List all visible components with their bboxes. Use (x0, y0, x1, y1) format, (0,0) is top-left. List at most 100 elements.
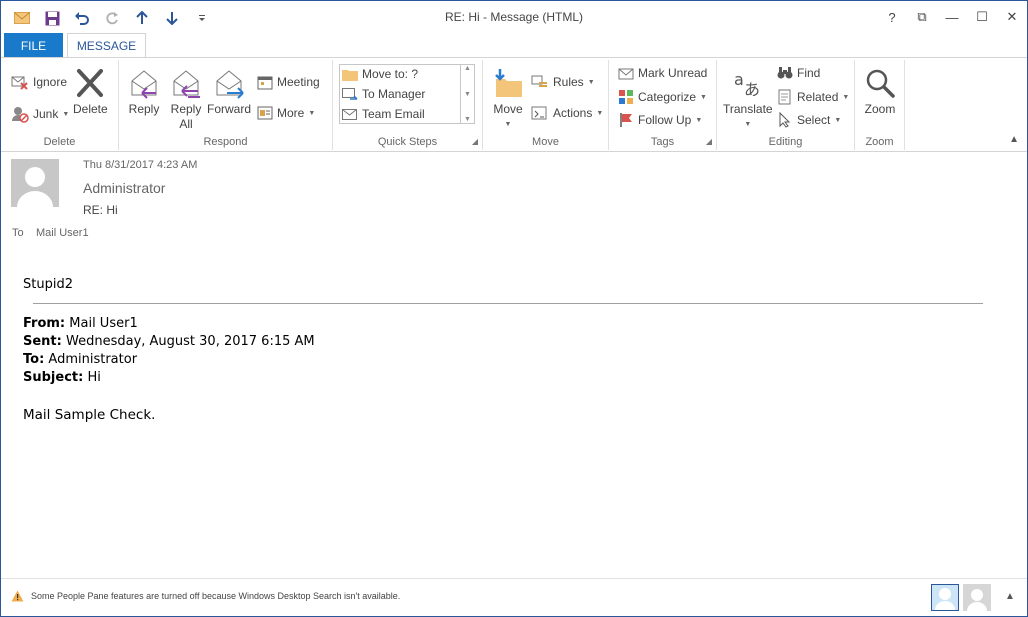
svg-text:あ: あ (744, 80, 760, 99)
meeting-label: Meeting (277, 75, 320, 89)
quick-step-move-to[interactable]: Move to: ? (342, 67, 418, 81)
forward-mail-icon (342, 87, 358, 100)
ignore-label: Ignore (33, 75, 68, 89)
zoom-group: Zoom Zoom (855, 60, 905, 150)
reply-all-label-line1: Reply (170, 102, 202, 116)
close-button[interactable]: ✕ (997, 5, 1027, 29)
delete-label: Delete (73, 102, 108, 116)
meeting-icon (257, 76, 273, 90)
more-label: More (277, 106, 305, 120)
zoom-label: Zoom (864, 102, 896, 116)
chevron-down-icon: ▼ (596, 109, 604, 117)
expand-gallery-icon[interactable]: ▼ (464, 116, 471, 123)
delete-button[interactable]: Delete (73, 66, 108, 117)
ribbon-display-options-icon[interactable]: ⧉ (907, 5, 937, 29)
find-button[interactable]: Find (777, 66, 820, 80)
follow-up-button[interactable]: Follow Up ▼ (618, 112, 702, 128)
message-sender[interactable]: Administrator (83, 180, 165, 196)
chevron-up-icon[interactable]: ▲ (1005, 591, 1015, 602)
to-field-value: Administrator (44, 352, 138, 367)
window-controls: ? ⧉ — ☐ ✕ (877, 5, 1027, 29)
chevron-down-icon: ▼ (695, 116, 703, 124)
quick-step-label: To Manager (362, 87, 426, 101)
help-button[interactable]: ? (877, 5, 907, 29)
move-button[interactable]: Move ▼ (491, 66, 525, 132)
meeting-button[interactable]: Meeting (257, 74, 320, 90)
select-label: Select (797, 113, 831, 127)
reply-icon (127, 66, 161, 100)
ignore-icon (11, 76, 28, 90)
tab-file[interactable]: FILE (4, 33, 63, 58)
delete-x-icon (73, 66, 107, 100)
chevron-down-icon[interactable]: ▼ (464, 91, 471, 98)
move-group-label: Move (532, 136, 559, 148)
collapse-ribbon-icon[interactable]: ▲ (1009, 134, 1019, 145)
rules-icon (531, 75, 547, 87)
ribbon-tabs: FILE MESSAGE (1, 33, 1027, 58)
rules-button[interactable]: Rules ▼ (531, 74, 595, 90)
chevron-down-icon: ▼ (700, 93, 707, 101)
subject-value: Hi (83, 370, 101, 385)
mark-unread-icon (618, 68, 634, 80)
dialog-launcher-icon[interactable]: ◢ (472, 137, 478, 146)
select-button[interactable]: Select ▼ (777, 112, 841, 128)
more-respond-button[interactable]: More ▼ (257, 105, 315, 121)
maximize-button[interactable]: ☐ (967, 5, 997, 29)
quick-step-to-manager[interactable]: To Manager (342, 87, 425, 101)
message-subject: RE: Hi (83, 203, 118, 217)
title-bar: RE: Hi - Message (HTML) ? ⧉ — ☐ ✕ (1, 1, 1027, 33)
categorize-button[interactable]: Categorize ▼ (618, 89, 707, 105)
reply-all-icon (169, 66, 203, 100)
people-pane-avatar-button[interactable] (931, 584, 959, 611)
delete-group: Ignore Junk ▼ Delete Delete (1, 60, 119, 150)
quote-separator (33, 303, 983, 304)
subject-label: Subject: (23, 370, 84, 385)
cursor-icon (779, 112, 791, 128)
quick-steps-scrollbar[interactable]: ▲ ▼ ▼ (460, 65, 474, 123)
to-recipient[interactable]: Mail User1 (36, 227, 89, 239)
move-folder-icon (491, 66, 525, 100)
quoted-to: To: Administrator (23, 351, 315, 369)
junk-button[interactable]: Junk ▼ (11, 105, 69, 123)
forward-button[interactable]: Forward (207, 66, 251, 117)
actions-button[interactable]: Actions ▼ (531, 105, 603, 121)
translate-button[interactable]: aあ Translate ▼ (723, 66, 773, 132)
related-button[interactable]: Related ▼ (777, 89, 849, 105)
respond-group-label: Respond (203, 136, 248, 148)
from-value: Mail User1 (65, 316, 138, 331)
reply-button[interactable]: Reply (127, 66, 161, 117)
to-label: To (12, 227, 24, 239)
junk-icon (12, 107, 29, 123)
actions-icon (531, 106, 547, 120)
find-label: Find (797, 66, 821, 80)
minimize-button[interactable]: — (937, 5, 967, 29)
forward-icon (212, 66, 246, 100)
translate-icon: aあ (731, 66, 765, 100)
sender-avatar (11, 159, 59, 207)
mail-icon (342, 108, 357, 120)
mark-unread-label: Mark Unread (638, 66, 708, 80)
magnifier-icon (863, 66, 897, 100)
chevron-down-icon: ▼ (587, 78, 595, 86)
delete-group-label: Delete (43, 136, 76, 148)
actions-label: Actions (553, 106, 593, 120)
chevron-down-icon: ▼ (744, 121, 752, 128)
quick-step-label: Team Email (362, 107, 425, 121)
people-pane-contact-button[interactable] (963, 584, 991, 611)
quick-step-team-email[interactable]: Team Email (342, 107, 425, 121)
chevron-up-icon[interactable]: ▲ (464, 65, 471, 72)
reply-all-button[interactable]: Reply All (169, 66, 203, 132)
message-body[interactable]: Stupid2 From: Mail User1 Sent: Wednesday… (23, 277, 983, 423)
mark-unread-button[interactable]: Mark Unread (618, 66, 707, 80)
zoom-button[interactable]: Zoom (863, 66, 897, 117)
junk-label: Junk (33, 107, 59, 121)
quick-steps-gallery: Move to: ? To Manager Team Email ▲ ▼ ▼ (339, 64, 475, 124)
dialog-launcher-icon[interactable]: ◢ (706, 137, 712, 146)
categorize-icon (619, 90, 633, 104)
tags-group-label: Tags (650, 136, 675, 148)
ignore-button[interactable]: Ignore (11, 74, 67, 90)
chevron-down-icon: ▼ (308, 109, 316, 117)
status-bar: Some People Pane features are turned off… (1, 578, 1027, 616)
tab-message[interactable]: MESSAGE (67, 33, 146, 58)
quoted-header: From: Mail User1 Sent: Wednesday, August… (23, 315, 315, 387)
